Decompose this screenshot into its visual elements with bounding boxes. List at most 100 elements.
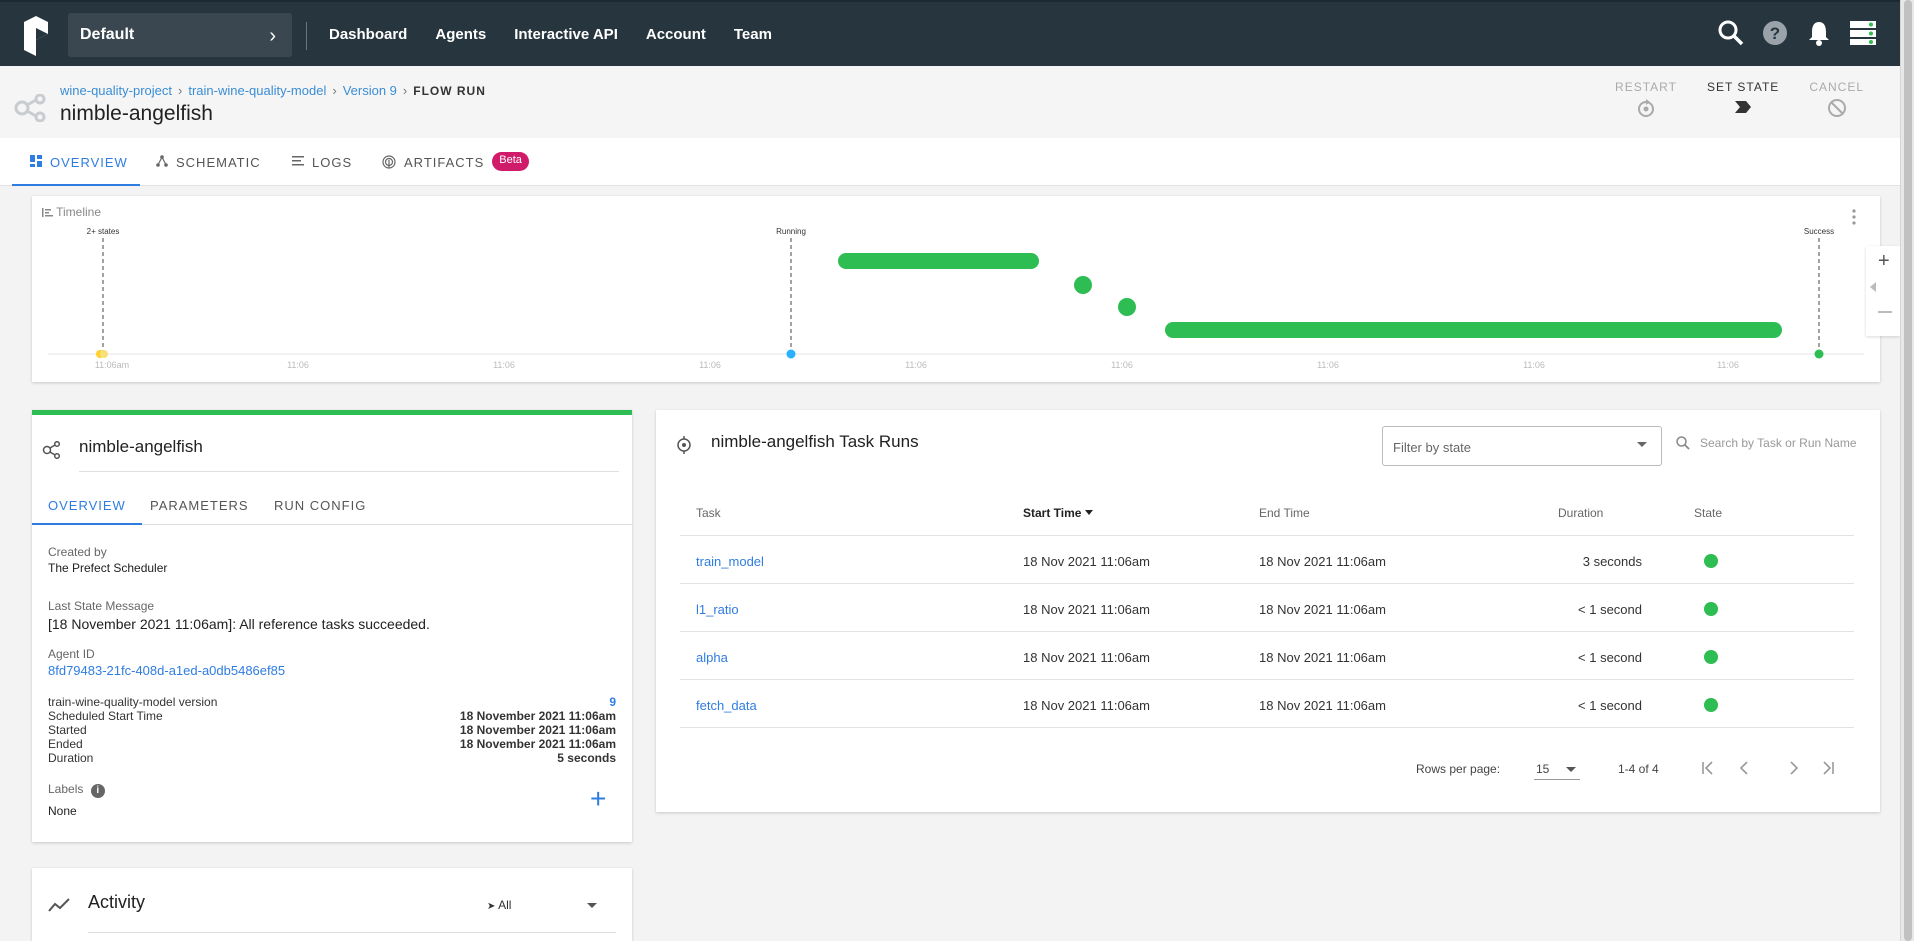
set-state-button[interactable]: SET STATE xyxy=(1707,80,1779,118)
table-row[interactable]: alpha 18 Nov 2021 11:06am 18 Nov 2021 11… xyxy=(680,632,1854,680)
rows-per-page-select[interactable]: 15 xyxy=(1534,756,1580,780)
last-page-icon[interactable] xyxy=(1820,759,1836,777)
tab-logs[interactable]: LOGS xyxy=(292,138,352,186)
timeline-tick: 11:06am xyxy=(95,360,129,370)
search-icon[interactable] xyxy=(1714,16,1748,50)
run-tabs: OVERVIEW SCHEMATIC LOGS ARTIFACTS Beta xyxy=(0,138,1900,186)
tab-run-config[interactable]: RUN CONFIG xyxy=(274,498,366,525)
col-state[interactable]: State xyxy=(1694,506,1722,520)
marker-multi-states: 2+ states xyxy=(87,227,120,236)
detail-started: Started 18 November 2021 11:06am xyxy=(48,723,616,737)
next-page-icon[interactable] xyxy=(1786,759,1802,777)
restart-label: RESTART xyxy=(1615,80,1677,94)
task-link[interactable]: train_model xyxy=(696,554,764,569)
page-range: 1-4 of 4 xyxy=(1618,762,1659,776)
cancel-icon xyxy=(1827,99,1846,117)
task-link[interactable]: alpha xyxy=(696,650,728,665)
activity-filter[interactable]: ➤ All xyxy=(487,898,607,912)
svg-text:?: ? xyxy=(1770,24,1780,43)
task-run-icon xyxy=(677,436,691,454)
tab-artifacts[interactable]: ARTIFACTS Beta xyxy=(382,138,529,186)
start-time: 18 Nov 2021 11:06am xyxy=(1023,698,1150,713)
end-time: 18 Nov 2021 11:06am xyxy=(1259,554,1386,569)
dashboard-icon xyxy=(30,155,42,167)
flow-run-icon xyxy=(14,94,46,122)
chevron-down-icon xyxy=(1566,767,1576,772)
task-link[interactable]: l1_ratio xyxy=(696,602,739,617)
col-end-time[interactable]: End Time xyxy=(1259,506,1310,520)
filter-by-state-select[interactable]: Filter by state xyxy=(1382,426,1662,466)
first-page-icon[interactable] xyxy=(1700,759,1716,777)
prev-page-icon[interactable] xyxy=(1736,759,1752,777)
table-row[interactable]: fetch_data 18 Nov 2021 11:06am 18 Nov 20… xyxy=(680,680,1854,728)
tab-artifacts-label: ARTIFACTS xyxy=(404,155,485,170)
breadcrumb-version[interactable]: Version 9 xyxy=(343,83,397,98)
add-label-icon[interactable]: + xyxy=(590,785,606,813)
task-search-input[interactable]: Search by Task or Run Name xyxy=(1676,436,1857,450)
divider xyxy=(79,471,619,472)
team-switcher[interactable]: Default › xyxy=(68,13,292,57)
server-icon[interactable] xyxy=(1846,16,1880,50)
timeline-tick: 11:06 xyxy=(287,360,309,370)
col-duration[interactable]: Duration xyxy=(1558,506,1603,520)
chevron-right-icon: › xyxy=(269,25,276,47)
zoom-in-icon[interactable]: + xyxy=(1878,250,1890,273)
tab-overview[interactable]: OVERVIEW xyxy=(12,138,140,186)
timeline-tick: 11:06 xyxy=(1111,360,1133,370)
divider xyxy=(306,22,307,50)
table-row[interactable]: l1_ratio 18 Nov 2021 11:06am 18 Nov 2021… xyxy=(680,584,1854,632)
page-scrollbar[interactable] xyxy=(1900,0,1914,941)
start-time: 18 Nov 2021 11:06am xyxy=(1023,554,1150,569)
agent-id-link[interactable]: 8fd79483-21fc-408d-a1ed-a0db5486ef85 xyxy=(48,663,285,678)
flow-run-name: nimble-angelfish xyxy=(79,437,203,456)
nav-dashboard[interactable]: Dashboard xyxy=(315,2,421,68)
scrollbar-thumb[interactable] xyxy=(1904,0,1912,941)
pagination: Rows per page: 15 1-4 of 4 xyxy=(656,754,1880,784)
nav-account[interactable]: Account xyxy=(632,2,720,68)
breadcrumb-flow[interactable]: train-wine-quality-model xyxy=(188,83,326,98)
created-by-value: The Prefect Scheduler xyxy=(48,561,168,575)
cancel-button[interactable]: CANCEL xyxy=(1809,80,1864,118)
page-header: wine-quality-project › train-wine-quality-… xyxy=(0,66,1900,138)
duration: 3 seconds xyxy=(1582,554,1642,569)
tab-logs-label: LOGS xyxy=(312,155,353,170)
divider xyxy=(88,932,616,933)
duration: < 1 second xyxy=(1578,650,1642,665)
prefect-logo-icon[interactable] xyxy=(22,16,50,56)
tab-schematic[interactable]: SCHEMATIC xyxy=(156,138,261,186)
end-time: 18 Nov 2021 11:06am xyxy=(1259,650,1386,665)
zoom-out-icon[interactable] xyxy=(1878,311,1892,313)
state-dot-success xyxy=(1814,349,1824,359)
detail-ended: Ended 18 November 2021 11:06am xyxy=(48,737,616,751)
task-link[interactable]: fetch_data xyxy=(696,698,757,713)
state-dot-running xyxy=(786,349,796,359)
beta-badge: Beta xyxy=(492,152,529,171)
col-task[interactable]: Task xyxy=(696,506,721,520)
timeline-tick: 11:06 xyxy=(1717,360,1739,370)
collapse-icon[interactable] xyxy=(1870,282,1876,292)
chevron-down-icon xyxy=(587,903,597,908)
tab-run-overview[interactable]: OVERVIEW xyxy=(32,498,142,525)
logs-icon xyxy=(292,156,304,166)
state-success-icon xyxy=(1704,602,1718,616)
help-icon[interactable]: ? xyxy=(1758,16,1792,50)
rows-per-page-label: Rows per page: xyxy=(1416,762,1501,776)
table-row[interactable]: train_model 18 Nov 2021 11:06am 18 Nov 2… xyxy=(680,536,1854,584)
nav-agents[interactable]: Agents xyxy=(421,2,500,68)
chevron-down-icon xyxy=(1637,442,1647,447)
breadcrumb-current: FLOW RUN xyxy=(413,84,486,98)
tab-parameters[interactable]: PARAMETERS xyxy=(150,498,249,525)
info-icon[interactable]: i xyxy=(90,784,105,798)
bell-icon[interactable] xyxy=(1802,16,1836,50)
col-start-time[interactable]: Start Time xyxy=(1023,506,1093,520)
cancel-label: CANCEL xyxy=(1809,80,1864,94)
restart-button[interactable]: RESTART xyxy=(1615,80,1677,118)
breadcrumb-project[interactable]: wine-quality-project xyxy=(60,83,172,98)
timeline-tick: 11:06 xyxy=(905,360,927,370)
timeline-card: Timeline 11:06am 11:06 11:06 11:06 11:06… xyxy=(32,196,1880,382)
nav-team[interactable]: Team xyxy=(720,2,786,68)
timeline-tick: 11:06 xyxy=(493,360,515,370)
timeline-chart: 11:06am 11:06 11:06 11:06 11:06 11:06 11… xyxy=(48,209,1864,370)
task-runs-title: nimble-angelfish Task Runs xyxy=(711,432,919,451)
nav-interactive-api[interactable]: Interactive API xyxy=(500,2,632,68)
